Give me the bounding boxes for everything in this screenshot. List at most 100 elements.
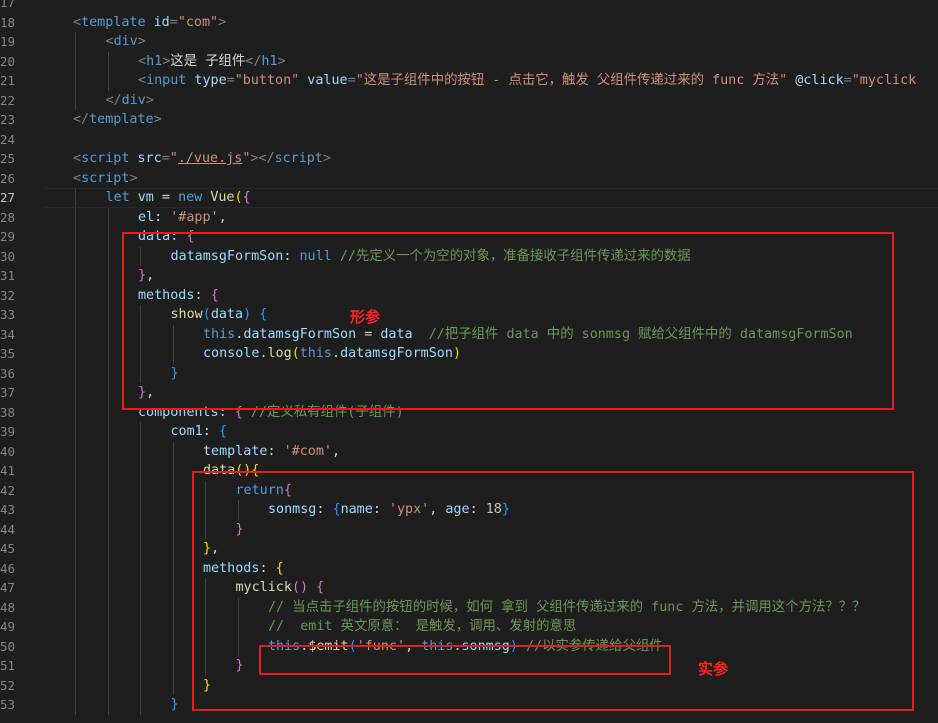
code-token: script (81, 170, 130, 186)
indent-guide (140, 617, 141, 637)
indent-guide (107, 461, 109, 481)
code-line[interactable]: <h1>这是 子组件</h1> (138, 52, 286, 72)
code-line[interactable]: com1: { (171, 422, 227, 442)
indent-guide (75, 402, 76, 422)
code-line[interactable]: </div> (106, 91, 154, 111)
code-token: = (843, 73, 852, 88)
line-number: 41 (0, 463, 16, 478)
indent-guide (75, 519, 76, 539)
indent-guide (172, 519, 174, 539)
indent-guide (107, 227, 109, 247)
indent-guide (75, 597, 76, 617)
code-token: ./vue.js (177, 151, 243, 166)
code-line[interactable]: } (171, 695, 179, 715)
indent-guide (75, 422, 76, 442)
code-token: , (218, 209, 227, 225)
indent-guide (172, 675, 174, 695)
code-token: 这是 子组件 (170, 53, 246, 69)
code-line[interactable]: let vm = new Vue({ (106, 188, 251, 208)
line-number: 26 (0, 170, 16, 186)
indent-guide (75, 207, 76, 227)
indent-guide (107, 266, 109, 286)
indent-guide (75, 227, 76, 247)
code-line[interactable]: template: '#com', (203, 442, 340, 462)
indent-guide (107, 383, 109, 403)
line-number: 53 (0, 697, 16, 712)
code-token: < (105, 34, 114, 49)
line-number: 49 (0, 619, 16, 634)
indent-guide (75, 675, 76, 695)
line-number: 17 (0, 0, 16, 10)
indent-guide (75, 285, 76, 305)
code-token: = (226, 73, 235, 88)
code-line[interactable]: <input type="button" value="这是子组件中的按钮 - … (138, 71, 916, 91)
code-line[interactable]: <div> (106, 32, 146, 52)
code-token: " (169, 151, 178, 166)
indent-guide (140, 558, 141, 578)
indent-guide (172, 539, 174, 559)
code-token: let (105, 190, 130, 205)
code-token: > (322, 151, 331, 166)
indent-guide (107, 597, 109, 617)
line-number: 24 (0, 131, 16, 147)
code-line[interactable]: el: '#app', (138, 208, 227, 228)
indent-guide (75, 578, 76, 598)
code-token: </ (245, 53, 262, 69)
emit-call-highlight-box (259, 645, 671, 675)
indent-guide (140, 500, 141, 520)
indent-guide (75, 363, 76, 383)
indent-guide (140, 656, 141, 676)
code-token: div (121, 92, 146, 108)
indent-guide (75, 305, 76, 325)
indent-guide (75, 539, 76, 559)
indent-guide (75, 558, 76, 578)
indent-guide (172, 441, 174, 461)
line-number: 42 (0, 482, 16, 498)
code-editor[interactable]: 17 18 19 20 21 22 23 24 25 26 27 28 29 30 31 32 33 34 35 36… (0, 0, 938, 723)
indent-guide (140, 461, 141, 481)
code-token: : (267, 443, 284, 459)
code-token: '#com' (283, 443, 332, 459)
indent-guide (107, 207, 109, 227)
indent-guide (75, 636, 76, 656)
code-token: ( (234, 190, 243, 205)
line-number: 38 (0, 404, 16, 420)
indent-guide (172, 558, 174, 578)
code-token: "myclick (851, 73, 917, 88)
line-number: 51 (0, 658, 16, 673)
code-line[interactable]: <template id="com"> (73, 13, 226, 33)
line-number: 25 (0, 151, 16, 166)
indent-guide (75, 656, 76, 676)
code-token: : (202, 424, 219, 439)
indent-guide (107, 695, 109, 715)
indent-guide (140, 597, 141, 617)
code-token: script (274, 151, 323, 166)
code-token: < (73, 14, 82, 30)
line-number: 52 (0, 677, 16, 693)
code-line[interactable]: </template> (73, 110, 162, 130)
indent-guide (75, 461, 76, 481)
code-token: com1 (170, 424, 203, 439)
code-line[interactable]: <script src="./vue.js"></script> (73, 149, 331, 169)
code-line[interactable]: <script> (73, 169, 138, 189)
code-token: '#app' (170, 209, 219, 225)
indent-guide (172, 617, 174, 637)
indent-guide (75, 51, 76, 71)
indent-guide (140, 539, 141, 559)
code-token: "这是子组件中的按钮 - 点击它，触发 父组件传递过来的 func 方法" (355, 73, 788, 88)
indent-guide (75, 441, 76, 461)
indent-guide (75, 266, 76, 286)
code-token: > (277, 53, 286, 69)
actual-param-annotation: 实参 (698, 660, 729, 678)
indent-guide (107, 402, 109, 422)
line-number: 40 (0, 443, 16, 459)
code-token: Vue (210, 190, 235, 205)
indent-guide (107, 324, 109, 344)
line-number: 46 (0, 560, 16, 576)
code-token: id (145, 14, 170, 30)
code-token: } (170, 697, 179, 712)
code-token: < (73, 170, 82, 186)
indent-guide (107, 71, 109, 91)
indent-guide (107, 578, 109, 598)
line-number: 20 (0, 53, 16, 69)
